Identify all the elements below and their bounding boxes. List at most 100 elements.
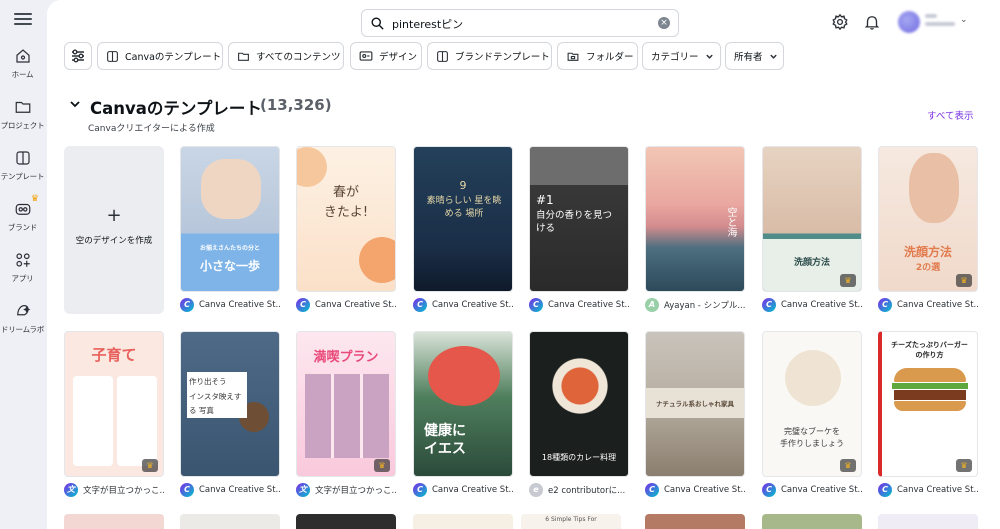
chip-category-dropdown[interactable]: カテゴリー (642, 42, 721, 70)
premium-crown-icon: ♛ (956, 274, 972, 287)
template-card-peek[interactable] (645, 514, 745, 529)
clear-search-icon[interactable]: × (658, 17, 670, 29)
template-author[interactable]: C Canva Creative St... (878, 298, 978, 312)
template-author[interactable]: C Canva Creative St... (180, 298, 280, 312)
chip-folders[interactable]: フォルダー (557, 42, 638, 70)
template-title: きたよ! (323, 205, 369, 220)
create-blank-design-card[interactable]: + 空のデザインを作成 (64, 146, 164, 314)
template-card[interactable]: お揃えさんたちの分と 小さな一歩 (180, 146, 280, 292)
template-author[interactable]: C Canva Creative St... (878, 483, 978, 497)
rail-label: ブランド (7, 223, 38, 232)
template-card-peek[interactable] (296, 514, 396, 529)
template-card-peek[interactable] (180, 514, 280, 529)
rail-item-dream-lab[interactable]: ドリームラボ (0, 302, 45, 335)
template-author[interactable]: 文 文字が目立つかっこ... (64, 483, 164, 497)
settings-gear-icon[interactable] (831, 13, 849, 31)
author-name: Canva Creative St... (897, 300, 978, 310)
section-title: Canvaのテンプレート (90, 99, 262, 118)
chip-designs[interactable]: デザイン (350, 42, 422, 70)
template-card[interactable]: ナチュラル系おしゃれ家具 (645, 331, 745, 477)
chevron-down-icon (769, 54, 777, 59)
crown-icon: ♛ (30, 194, 39, 204)
rail-item-projects[interactable]: プロジェクト (0, 98, 45, 131)
template-card-peek[interactable] (878, 514, 978, 529)
template-author[interactable]: 文 文字が目立つかっこ... (296, 483, 396, 497)
template-author[interactable]: C Canva Creative St... (413, 298, 513, 312)
hamburger-menu-icon[interactable] (14, 10, 32, 26)
template-icon (107, 50, 118, 62)
rail-item-templates[interactable]: テンプレート (0, 149, 45, 182)
author-name: e2 contributorに... (548, 486, 626, 496)
canva-logo-icon: C (180, 298, 194, 312)
section-subtitle: Canvaクリエイターによる作成 (88, 124, 215, 134)
canva-logo-icon: C (762, 298, 776, 312)
chip-label: ブランドテンプレート (455, 52, 550, 63)
template-card[interactable]: 18種類のカレー料理 (529, 331, 629, 477)
search-input[interactable]: pinterestピン (392, 16, 463, 32)
chip-brand-templates[interactable]: ブランドテンプレート (427, 42, 552, 70)
chip-owner-dropdown[interactable]: 所有者 (725, 42, 784, 70)
template-card-peek[interactable] (413, 514, 513, 529)
template-title: 小さな一歩 (199, 259, 260, 273)
account-name[interactable] (925, 14, 957, 30)
template-card[interactable]: 洗顔方法 2の選 ♛ (878, 146, 978, 292)
template-author[interactable]: C Canva Creative St... (762, 483, 862, 497)
rail-label: ホーム (11, 70, 34, 79)
premium-crown-icon: ♛ (142, 459, 158, 472)
rail-item-brand[interactable]: ♛ ブランド (0, 194, 45, 233)
collapse-chevron-down-icon[interactable] (69, 98, 81, 110)
template-author[interactable]: C Canva Creative St... (645, 483, 745, 497)
template-text: 作り出そう (189, 377, 227, 386)
apps-icon (15, 253, 30, 267)
main-panel: pinterestピン × ⌄ Canvaのテンプレート すべてのコンテンツ デ… (47, 0, 1000, 529)
rail-item-home[interactable]: ホーム (0, 47, 45, 80)
chip-all-content[interactable]: すべてのコンテンツ (228, 42, 344, 70)
premium-crown-icon: ♛ (956, 459, 972, 472)
template-author[interactable]: e e2 contributorに... (529, 483, 629, 497)
rail-item-apps[interactable]: アプリ (0, 251, 45, 284)
template-author[interactable]: C Canva Creative St... (296, 298, 396, 312)
premium-crown-icon: ♛ (840, 274, 856, 287)
chip-label: フォルダー (586, 52, 634, 63)
template-card[interactable]: 9 素晴らしい 星を眺める 場所 (413, 146, 513, 292)
template-card[interactable]: 完璧なブーケを 手作りしましょう ♛ (762, 331, 862, 477)
see-all-link[interactable]: すべて表示 (927, 108, 973, 122)
template-card[interactable]: #1 自分の香りを見つける (529, 146, 629, 292)
template-author[interactable]: C Canva Creative St... (413, 483, 513, 497)
template-card[interactable]: 子育て ♛ (64, 331, 164, 477)
author-name: Canva Creative St... (548, 300, 629, 310)
template-card[interactable]: 作り出そう インスタ映えする 写真 (180, 331, 280, 477)
template-author[interactable]: C Canva Creative St... (529, 298, 629, 312)
template-title: 手作りしましょう (780, 439, 844, 448)
author-name: Canva Creative St... (897, 485, 978, 495)
notification-bell-icon[interactable] (863, 13, 881, 31)
template-card-peek[interactable] (64, 514, 164, 529)
account-chevron-down-icon[interactable]: ⌄ (960, 15, 968, 25)
template-card[interactable]: 洗顔方法 ♛ (762, 146, 862, 292)
premium-crown-icon: ♛ (374, 459, 390, 472)
rail-label: プロジェクト (0, 121, 45, 130)
avatar[interactable] (898, 11, 920, 33)
rail-label: アプリ (11, 274, 34, 283)
template-text: お揃えさんたちの分と (199, 245, 260, 252)
template-card[interactable]: チーズたっぷりバーガー の作り方 ♛ (878, 331, 978, 477)
search-icon (371, 17, 384, 30)
author-name: Ayayan - シンプル... (664, 301, 745, 311)
filter-settings-button[interactable] (64, 42, 92, 70)
template-card[interactable]: 健康に イエス (413, 331, 513, 477)
design-icon (359, 51, 373, 61)
search-bar[interactable]: pinterestピン × (361, 9, 679, 37)
plus-icon: + (106, 205, 122, 226)
template-card[interactable]: 空と海 (645, 146, 745, 292)
template-author[interactable]: C Canva Creative St... (180, 483, 280, 497)
template-card[interactable]: 春が きたよ! (296, 146, 396, 292)
template-author[interactable]: C Canva Creative St... (762, 298, 862, 312)
creator-avatar: A (645, 298, 659, 312)
template-card-peek[interactable]: 6 Simple Tips For (521, 514, 621, 529)
template-card[interactable]: 満喫プラン ♛ (296, 331, 396, 477)
author-name: Canva Creative St... (781, 485, 862, 495)
chip-canva-templates[interactable]: Canvaのテンプレート (97, 42, 223, 70)
template-card-peek[interactable] (762, 514, 862, 529)
canva-logo-icon: C (878, 483, 892, 497)
template-author[interactable]: A Ayayan - シンプル... (645, 298, 745, 312)
